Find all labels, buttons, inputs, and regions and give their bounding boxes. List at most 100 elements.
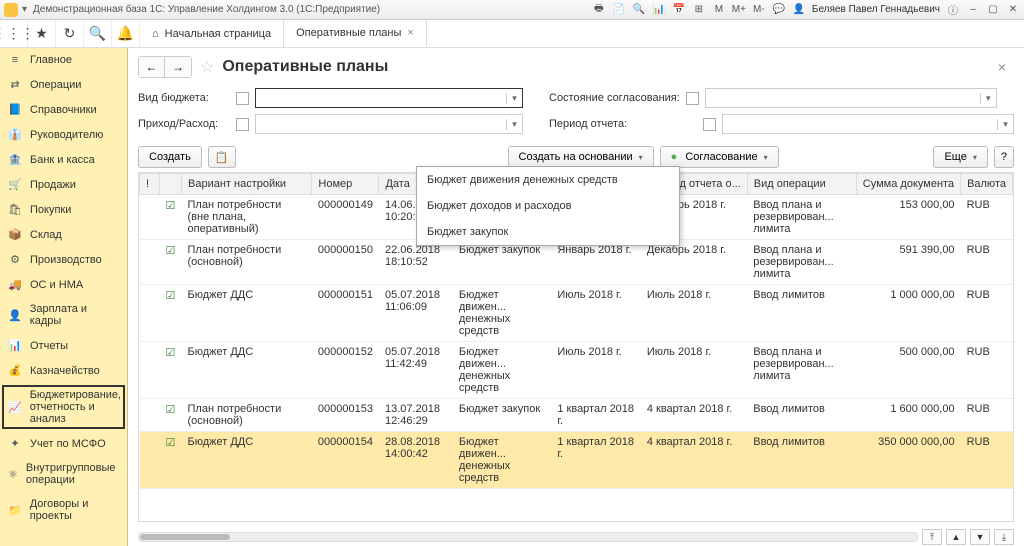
table-row[interactable]: ☑Бюджет ДДС00000015105.07.2018 11:06:09Б…	[140, 285, 1013, 342]
operations-icon: ⇄	[8, 78, 22, 91]
cell-date: 05.07.2018 11:06:09	[379, 285, 453, 342]
page-close-icon[interactable]: ×	[998, 59, 1014, 75]
letter-m-icon[interactable]: M	[712, 3, 726, 17]
document-icon: ☑	[166, 437, 176, 449]
table-row[interactable]: ☑План потребности (основной)00000015313.…	[140, 399, 1013, 432]
budgettype-dropdown: Бюджет движения денежных средств Бюджет …	[416, 166, 680, 246]
col-amount[interactable]: Сумма документа	[856, 174, 960, 195]
letter-m-minus-icon[interactable]: M-	[752, 3, 766, 17]
flow-checkbox[interactable]	[236, 118, 249, 131]
dropdown-option[interactable]: Бюджет закупок	[417, 219, 679, 245]
favorite-star-icon[interactable]: ☆	[200, 57, 214, 77]
col-mark[interactable]: !	[140, 174, 160, 195]
tab-close-icon[interactable]: ×	[407, 27, 413, 39]
sidebar-item[interactable]: ✦Учет по МСФО	[0, 431, 127, 456]
cell-period: 1 квартал 2018 г.	[551, 432, 640, 489]
col-icon[interactable]	[160, 174, 182, 195]
sidebar-item-budgeting[interactable]: 📈Бюджетирование, отчетность и анализ	[0, 383, 127, 431]
toolbar-icon[interactable]: 📄	[612, 3, 626, 17]
budgettype-checkbox[interactable]	[236, 92, 249, 105]
help-button[interactable]: ?	[994, 146, 1014, 168]
tab-label: Оперативные планы	[296, 27, 401, 39]
sidebar-item[interactable]: ⚙Производство	[0, 247, 127, 272]
window-titlebar: ▾ Демонстрационная база 1С: Управление Х…	[0, 0, 1024, 20]
sidebar-item[interactable]: ⇄Операции	[0, 72, 127, 97]
sidebar-item[interactable]: 👤Зарплата и кадры	[0, 297, 127, 333]
maximize-icon[interactable]: ▢	[986, 3, 1000, 17]
home-icon: ⌂	[152, 28, 159, 40]
create-button[interactable]: Создать	[138, 146, 202, 168]
nav-forward-button[interactable]: →	[165, 57, 191, 77]
table-row[interactable]: ☑Бюджет ДДС00000015428.08.2018 14:00:42Б…	[140, 432, 1013, 489]
col-variant[interactable]: Вариант настройки	[182, 174, 312, 195]
star-icon[interactable]: ★	[28, 20, 56, 47]
dropdown-chevron-icon[interactable]: ▾	[506, 119, 522, 130]
period-select[interactable]: ▾	[722, 114, 1014, 134]
dropdown-chevron-icon[interactable]: ▾	[980, 93, 996, 104]
col-currency[interactable]: Валюта	[961, 174, 1013, 195]
sidebar-item[interactable]: 🚚ОС и НМА	[0, 272, 127, 297]
chat-icon[interactable]: 💬	[772, 3, 786, 17]
cell-optype: Ввод плана и резервирован... лимита	[747, 240, 856, 285]
sidebar-item[interactable]: 📘Справочники	[0, 97, 127, 122]
toolbar-icon[interactable]: ⊞	[692, 3, 706, 17]
sidebar-item[interactable]: 📁Договоры и проекты	[0, 492, 127, 528]
nav-back-button[interactable]: ←	[139, 57, 165, 77]
minimize-icon[interactable]: –	[966, 3, 980, 17]
user-name[interactable]: Беляев Павел Геннадьевич	[812, 4, 940, 15]
calendar-icon[interactable]: 📅	[672, 3, 686, 17]
table-row[interactable]: ☑Бюджет ДДС00000015205.07.2018 11:42:49Б…	[140, 342, 1013, 399]
window-title: Демонстрационная база 1С: Управление Хол…	[33, 4, 380, 15]
state-checkbox[interactable]	[686, 92, 699, 105]
copy-button[interactable]: 📋	[208, 146, 236, 168]
dropdown-chevron-icon[interactable]: ▾	[506, 93, 522, 104]
toolbar-icon[interactable]: 📊	[652, 3, 666, 17]
document-icon: ☑	[166, 200, 176, 212]
toolbar-icon[interactable]: 🔍	[632, 3, 646, 17]
scroll-down-button[interactable]: ▼	[970, 529, 990, 545]
dropdown-option[interactable]: Бюджет доходов и расходов	[417, 193, 679, 219]
bell-icon[interactable]: 🔔	[112, 20, 140, 47]
tab-operative-plans[interactable]: Оперативные планы ×	[284, 20, 427, 47]
letter-m-plus-icon[interactable]: M+	[732, 3, 746, 17]
scroll-top-button[interactable]: ⤒	[922, 529, 942, 545]
scroll-up-button[interactable]: ▲	[946, 529, 966, 545]
col-optype[interactable]: Вид операции	[747, 174, 856, 195]
period-checkbox[interactable]	[703, 118, 716, 131]
sidebar-item[interactable]: 📊Отчеты	[0, 333, 127, 358]
more-button[interactable]: Еще▾	[933, 146, 987, 168]
tab-home[interactable]: ⌂ Начальная страница	[140, 20, 284, 47]
sidebar-item[interactable]: 📦Склад	[0, 222, 127, 247]
sidebar-item[interactable]: ≡Главное	[0, 48, 127, 72]
apps-grid-icon[interactable]: ⋮⋮⋮	[0, 20, 28, 47]
dropdown-option[interactable]: Бюджет движения денежных средств	[417, 167, 679, 193]
sidebar-item[interactable]: 🏦Банк и касса	[0, 147, 127, 172]
cell-period-end: Декабрь 2018 г.	[641, 240, 747, 285]
scroll-bottom-button[interactable]: ⤓	[994, 529, 1014, 545]
approval-button[interactable]: Согласование▾	[660, 146, 779, 168]
close-icon[interactable]: ✕	[1006, 3, 1020, 17]
col-number[interactable]: Номер	[312, 174, 379, 195]
search-icon[interactable]: 🔍	[84, 20, 112, 47]
sidebar-item[interactable]: 🛒Продажи	[0, 172, 127, 197]
cell-currency: RUB	[961, 399, 1013, 432]
app-menu-chevron-icon[interactable]: ▾	[22, 4, 27, 15]
toolbar-icon[interactable]: 🖶	[592, 3, 606, 17]
sidebar-item[interactable]: ⚛Внутригрупповые операции	[0, 456, 127, 492]
sidebar-item-label: Учет по МСФО	[30, 438, 106, 450]
sidebar-item[interactable]: 👔Руководителю	[0, 122, 127, 147]
create-based-button[interactable]: Создать на основании▾	[508, 146, 654, 168]
horizontal-scrollbar[interactable]	[138, 532, 918, 542]
scrollbar-thumb[interactable]	[140, 534, 230, 540]
flow-select[interactable]: ▾	[255, 114, 523, 134]
state-select[interactable]: ▾	[705, 88, 997, 108]
history-icon[interactable]: ↻	[56, 20, 84, 47]
dropdown-chevron-icon[interactable]: ▾	[997, 119, 1013, 130]
budgettype-select[interactable]: ▾	[255, 88, 523, 108]
sidebar-item[interactable]: 💰Казначейство	[0, 358, 127, 383]
cell-number: 000000152	[312, 342, 379, 399]
cell-btype: Бюджет движен... денежных средств	[453, 342, 552, 399]
table-row[interactable]: ☑План потребности (основной)00000015022.…	[140, 240, 1013, 285]
sidebar-item[interactable]: 🛍Покупки	[0, 197, 127, 222]
info-icon[interactable]: ⓘ	[946, 3, 960, 17]
